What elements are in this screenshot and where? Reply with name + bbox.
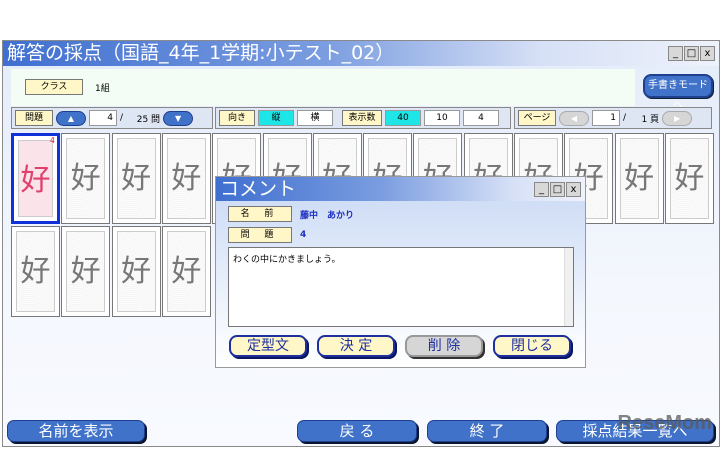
watermark-logo: ReseMom	[617, 412, 712, 434]
scrollbar[interactable]	[564, 248, 573, 326]
question-label: 問題	[15, 110, 53, 126]
dialog-title: コメント	[216, 177, 585, 201]
dialog-minimize-button[interactable]: _	[534, 182, 549, 197]
class-bar: クラス 1組	[11, 69, 635, 106]
student-name: 藤中 あかり	[300, 210, 355, 221]
handwriting-image: 好	[166, 138, 206, 219]
close-button[interactable]: x	[700, 46, 715, 61]
template-text-button[interactable]: 定型文	[229, 335, 307, 357]
answer-thumbnail[interactable]: 好4	[11, 133, 60, 224]
comment-text: わくの中にかきましょう。	[233, 255, 341, 265]
answer-thumbnail[interactable]: 好	[161, 133, 211, 224]
question-down-button[interactable]: ▼	[163, 110, 194, 126]
answer-thumbnail[interactable]: 好	[161, 226, 211, 317]
question-nav: 問題 ▲ 4 / 25 問 ▼	[11, 107, 213, 129]
back-button[interactable]: 戻 る	[297, 420, 417, 442]
display-count-4[interactable]: 4	[463, 110, 499, 126]
answer-thumbnail[interactable]: 好	[61, 226, 111, 317]
page-prev-button[interactable]: ◀	[559, 110, 589, 126]
answer-thumbnail[interactable]: 好	[111, 133, 161, 224]
display-count-40[interactable]: 40	[385, 110, 421, 126]
separator: /	[120, 113, 124, 123]
score-mark: 4	[49, 136, 55, 145]
handwriting-image: 好	[66, 138, 106, 219]
comment-dialog: コメント _ □ x 名 前 藤中 あかり 問 題 4 わくの中にかきましょう。…	[215, 176, 586, 368]
delete-button[interactable]: 削 除	[405, 335, 483, 357]
close-dialog-button[interactable]: 閉じる	[493, 335, 571, 357]
page-label: ページ	[518, 110, 556, 126]
comment-textarea[interactable]: わくの中にかきましょう。	[228, 247, 574, 327]
answer-thumbnail[interactable]: 好	[11, 226, 60, 317]
page-nav: ページ ◀ 1 / 1 頁 ▶	[514, 107, 712, 129]
view-options: 向き 縦 横 表示数 40 10 4	[215, 107, 511, 129]
handwriting-mode-button[interactable]: 手書きモードへ	[643, 74, 713, 111]
handwriting-image: 好	[116, 138, 156, 219]
confirm-button[interactable]: 決 定	[317, 335, 395, 357]
class-label: クラス	[25, 79, 83, 95]
page-next-button[interactable]: ▶	[662, 110, 693, 126]
dialog-maximize-button[interactable]: □	[550, 182, 565, 197]
orientation-label: 向き	[219, 110, 255, 126]
page-input[interactable]: 1	[592, 110, 620, 126]
handwriting-image: 好	[66, 231, 106, 312]
maximize-button[interactable]: □	[684, 46, 699, 61]
question-label: 問 題	[228, 227, 292, 243]
handwriting-image: 好	[669, 138, 709, 219]
question-input[interactable]: 4	[89, 110, 117, 126]
exit-button[interactable]: 終 了	[427, 420, 547, 442]
question-total: 25 問	[136, 114, 161, 125]
handwriting-image: 好	[116, 231, 156, 312]
page-total: 1 頁	[641, 114, 660, 125]
handwriting-image: 好	[619, 138, 659, 219]
handwriting-image: 好	[166, 231, 206, 312]
name-label: 名 前	[228, 206, 292, 222]
answer-thumbnail[interactable]: 好	[61, 133, 111, 224]
handwriting-image: 好	[16, 231, 55, 312]
orientation-vertical[interactable]: 縦	[258, 110, 294, 126]
window-title: 解答の採点（国語_4年_1学期:小テスト_02）	[3, 41, 719, 66]
show-names-button[interactable]: 名前を表示	[7, 420, 145, 442]
minimize-button[interactable]: _	[668, 46, 683, 61]
answer-thumbnail[interactable]: 好	[614, 133, 664, 224]
display-count-label: 表示数	[342, 110, 382, 126]
question-number: 4	[300, 230, 307, 240]
handwriting-image: 好	[18, 140, 53, 217]
question-up-button[interactable]: ▲	[56, 110, 86, 126]
answer-thumbnail[interactable]: 好	[111, 226, 161, 317]
orientation-horizontal[interactable]: 横	[297, 110, 333, 126]
separator: /	[623, 113, 627, 123]
display-count-10[interactable]: 10	[424, 110, 460, 126]
class-value: 1組	[95, 84, 110, 94]
answer-thumbnail[interactable]: 好	[664, 133, 714, 224]
dialog-close-button[interactable]: x	[566, 182, 581, 197]
